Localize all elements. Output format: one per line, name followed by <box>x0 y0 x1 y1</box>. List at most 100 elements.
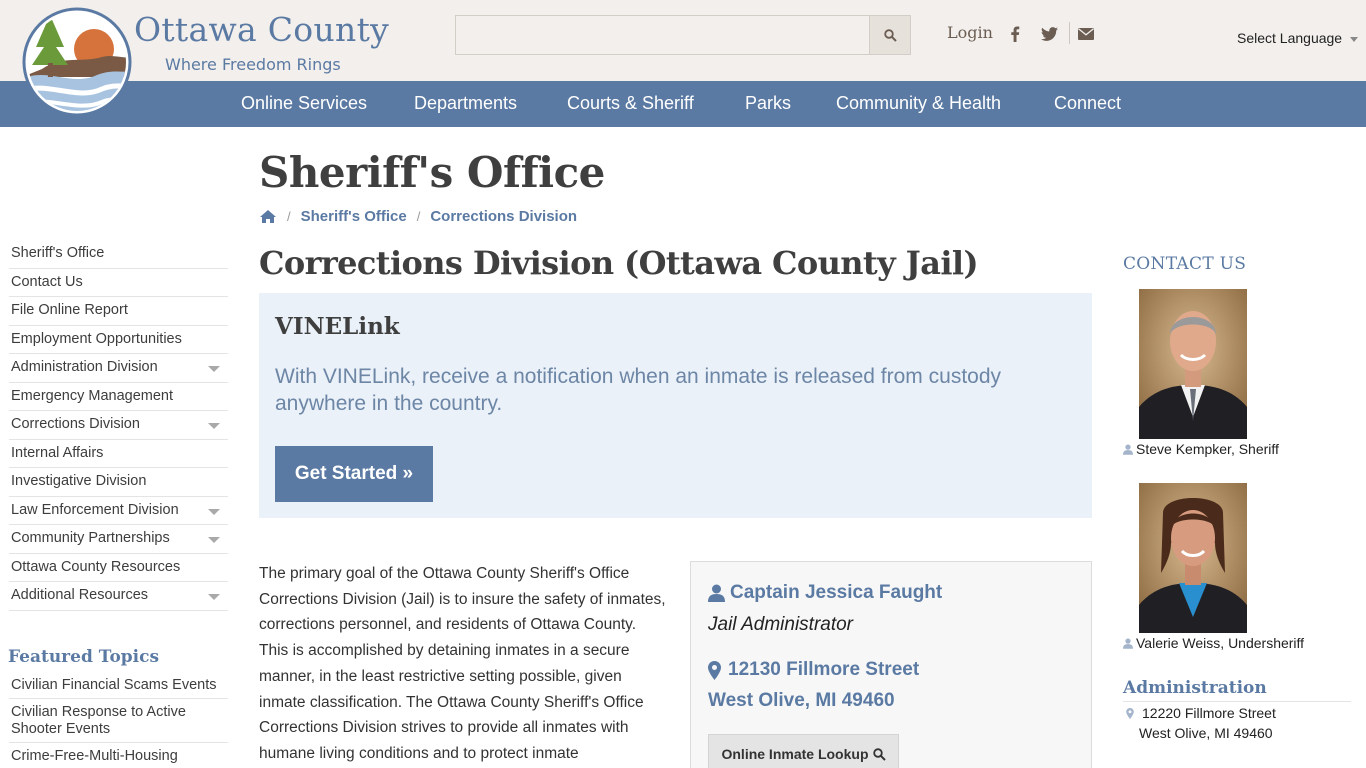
search-button[interactable] <box>869 15 911 55</box>
online-inmate-lookup-button[interactable]: Online Inmate Lookup <box>708 734 899 768</box>
breadcrumb-sheriffs-office[interactable]: Sheriff's Office <box>301 208 407 225</box>
sidebar-item-label: Contact Us <box>11 273 83 290</box>
brand-title[interactable]: Ottawa County <box>134 10 389 49</box>
featured-topics-heading: Featured Topics <box>8 647 160 667</box>
contact-address-line1-text: 12130 Fillmore Street <box>728 659 920 680</box>
breadcrumb: / Sheriff's Office / Corrections Divisio… <box>259 208 577 225</box>
sidebar-item-label: Community Partnerships <box>11 530 170 546</box>
sidebar-item-contact-us[interactable]: Contact Us <box>9 269 228 297</box>
user-icon <box>708 584 725 602</box>
map-marker-icon <box>708 660 721 680</box>
search-icon <box>883 28 897 42</box>
undersheriff-name: Valerie Weiss, Undersheriff <box>1136 635 1305 651</box>
sidebar-item-label: Sheriff's Office <box>11 245 105 261</box>
search-input[interactable] <box>455 15 870 55</box>
sidebar-item-label: Ottawa County Resources <box>11 558 181 575</box>
login-link[interactable]: Login <box>947 23 993 42</box>
undersheriff-photo <box>1139 483 1247 633</box>
section-title: Corrections Division (Ottawa County Jail… <box>259 244 979 282</box>
featured-item-active-shooter[interactable]: Civilian Response to Active Shooter Even… <box>9 699 228 743</box>
sidebar-item-investigative-division[interactable]: Investigative Division <box>9 468 228 497</box>
email-link[interactable] <box>1077 25 1095 43</box>
contact-name-text: Captain Jessica Faught <box>730 582 943 603</box>
chevron-down-icon[interactable] <box>208 366 220 372</box>
twitter-icon <box>1040 27 1058 41</box>
nav-courts-sheriff[interactable]: Courts & Sheriff <box>567 93 694 114</box>
chevron-down-icon[interactable] <box>208 594 220 600</box>
language-select[interactable]: Select Language <box>1237 30 1359 46</box>
vinelink-title: VINELink <box>275 313 400 340</box>
contact-role: Jail Administrator <box>708 614 854 635</box>
twitter-link[interactable] <box>1040 25 1058 43</box>
sidebar-item-employment-opportunities[interactable]: Employment Opportunities <box>9 326 228 354</box>
sidebar-item-file-online-report[interactable]: File Online Report <box>9 297 228 326</box>
undersheriff-portrait <box>1139 483 1247 633</box>
chevron-down-icon[interactable] <box>208 537 220 543</box>
breadcrumb-separator: / <box>416 209 421 224</box>
breadcrumb-separator: / <box>287 209 291 224</box>
administration-heading: Administration <box>1123 678 1267 698</box>
sidebar-item-law-enforcement-division[interactable]: Law Enforcement Division <box>9 497 228 525</box>
sidebar-item-label: Additional Resources <box>11 587 149 603</box>
main-navigation: Online Services Departments Courts & She… <box>0 81 1366 127</box>
chevron-down-icon <box>1350 36 1359 42</box>
sidebar-item-community-partnerships[interactable]: Community Partnerships <box>9 525 228 554</box>
sidebar-item-label: Emergency Management <box>11 387 173 404</box>
sidebar-item-label: Law Enforcement Division <box>11 501 179 518</box>
map-marker-icon <box>1126 707 1134 719</box>
admin-address-line1: 12220 Fillmore Street <box>1126 705 1276 721</box>
top-header: Ottawa County Where Freedom Rings Login … <box>0 0 1366 81</box>
social-divider <box>1069 22 1070 44</box>
search-icon <box>872 747 886 761</box>
inmate-lookup-label: Online Inmate Lookup <box>721 746 869 762</box>
divider <box>1123 701 1351 702</box>
breadcrumb-corrections-division[interactable]: Corrections Division <box>430 208 577 225</box>
facebook-icon <box>1011 26 1020 42</box>
sidebar-item-label: Corrections Division <box>11 416 140 432</box>
vinelink-text: With VINELink, receive a notification wh… <box>275 365 1002 415</box>
featured-topics-list: Civilian Financial Scams Events Civilian… <box>9 672 228 768</box>
sidebar-item-administration-division[interactable]: Administration Division <box>9 354 228 383</box>
language-label: Select Language <box>1237 30 1343 46</box>
user-icon <box>1123 444 1133 455</box>
home-icon[interactable] <box>259 209 277 224</box>
facebook-link[interactable] <box>1006 25 1024 43</box>
sidebar-item-label: Investigative Division <box>11 473 147 489</box>
contact-address-line1: 12130 Fillmore Street <box>708 659 919 681</box>
sidebar-item-label: Administration Division <box>11 359 158 375</box>
jail-contact-card: Captain Jessica Faught Jail Administrato… <box>690 561 1092 768</box>
contact-address-line2: West Olive, MI 49460 <box>708 690 895 711</box>
nav-community-health[interactable]: Community & Health <box>836 93 1001 114</box>
sidebar-item-internal-affairs[interactable]: Internal Affairs <box>9 440 228 468</box>
county-logo[interactable] <box>22 7 132 117</box>
brand-tagline: Where Freedom Rings <box>165 55 341 74</box>
featured-item-financial-scams[interactable]: Civilian Financial Scams Events <box>9 672 228 699</box>
sidebar-item-emergency-management[interactable]: Emergency Management <box>9 383 228 411</box>
contact-us-heading: CONTACT US <box>1123 254 1247 274</box>
chevron-down-icon[interactable] <box>208 423 220 429</box>
sidebar-item-additional-resources[interactable]: Additional Resources <box>9 582 228 611</box>
user-icon <box>1123 638 1133 649</box>
sidebar-item-ottawa-county-resources[interactable]: Ottawa County Resources <box>9 554 228 582</box>
nav-online-services[interactable]: Online Services <box>241 93 367 114</box>
intro-paragraph: The primary goal of the Ottawa County Sh… <box>259 565 666 762</box>
nav-connect[interactable]: Connect <box>1054 93 1121 114</box>
sidebar-menu: Sheriff's Office Contact Us File Online … <box>9 240 228 611</box>
page-title: Sheriff's Office <box>259 148 605 197</box>
get-started-button[interactable]: Get Started » <box>275 446 433 502</box>
admin-address-line1-text: 12220 Fillmore Street <box>1142 705 1276 721</box>
sidebar-item-label: Employment Opportunities <box>11 330 182 347</box>
sheriff-name: Steve Kempker, Sheriff <box>1136 441 1279 457</box>
sidebar-item-corrections-division[interactable]: Corrections Division <box>9 411 228 440</box>
nav-parks[interactable]: Parks <box>745 93 791 114</box>
sidebar-item-label: Internal Affairs <box>11 444 104 461</box>
sheriff-photo <box>1139 289 1247 439</box>
county-logo-icon <box>22 7 132 117</box>
featured-item-crime-free-housing[interactable]: Crime-Free-Multi-Housing <box>9 743 228 768</box>
nav-departments[interactable]: Departments <box>414 93 517 114</box>
sidebar-item-sheriffs-office[interactable]: Sheriff's Office <box>9 240 228 269</box>
chevron-down-icon[interactable] <box>208 508 220 515</box>
envelope-icon <box>1078 28 1094 40</box>
vinelink-callout: VINELink With VINELink, receive a notifi… <box>259 293 1092 518</box>
sidebar-item-label: File Online Report <box>11 302 128 318</box>
